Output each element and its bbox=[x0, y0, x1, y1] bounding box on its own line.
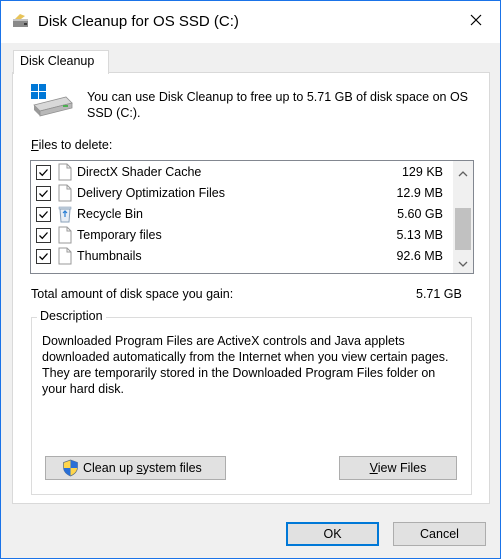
checkbox[interactable] bbox=[36, 228, 51, 243]
file-icon bbox=[58, 184, 72, 205]
list-item[interactable]: DirectX Shader Cache 129 KB bbox=[31, 162, 451, 183]
list-item[interactable]: Recycle Bin 5.60 GB bbox=[31, 204, 451, 225]
checkbox[interactable] bbox=[36, 249, 51, 264]
files-to-delete-label: Files to delete: bbox=[31, 138, 112, 152]
chevron-down-icon[interactable] bbox=[458, 257, 468, 271]
file-name: Temporary files bbox=[77, 228, 162, 242]
recycle-bin-icon bbox=[58, 205, 72, 226]
file-size: 5.60 GB bbox=[397, 207, 443, 221]
file-name: DirectX Shader Cache bbox=[77, 165, 202, 179]
files-label-mnemonic: F bbox=[31, 138, 39, 152]
total-space-value: 5.71 GB bbox=[416, 287, 462, 301]
title-bar[interactable]: Disk Cleanup for OS SSD (C:) bbox=[1, 1, 500, 43]
file-name: Recycle Bin bbox=[77, 207, 143, 221]
list-item[interactable]: Thumbnails 92.6 MB bbox=[31, 246, 451, 267]
view-files-label-mnemonic: V bbox=[369, 461, 378, 475]
file-name: Thumbnails bbox=[77, 249, 142, 263]
chevron-up-icon[interactable] bbox=[458, 166, 468, 180]
file-size: 5.13 MB bbox=[396, 228, 443, 242]
list-item[interactable]: Temporary files 5.13 MB bbox=[31, 225, 451, 246]
file-size: 92.6 MB bbox=[396, 249, 443, 263]
drive-icon bbox=[30, 83, 74, 122]
file-icon bbox=[58, 226, 72, 247]
file-icon bbox=[58, 163, 72, 184]
checkbox[interactable] bbox=[36, 165, 51, 180]
list-item[interactable]: Delivery Optimization Files 12.9 MB bbox=[31, 183, 451, 204]
disk-cleanup-app-icon bbox=[12, 13, 30, 32]
file-name: Delivery Optimization Files bbox=[77, 186, 225, 200]
file-size: 12.9 MB bbox=[396, 186, 443, 200]
files-label-rest: iles to delete: bbox=[38, 138, 113, 152]
close-icon[interactable] bbox=[467, 11, 485, 29]
uac-shield-icon bbox=[62, 459, 79, 484]
tab-label: Disk Cleanup bbox=[20, 54, 95, 68]
view-files-label-suffix: iew Files bbox=[377, 461, 427, 475]
file-icon bbox=[58, 247, 72, 268]
view-files-button[interactable]: View Files bbox=[339, 456, 457, 480]
clean-up-system-files-button[interactable]: Clean up system files bbox=[45, 456, 226, 480]
checkbox[interactable] bbox=[36, 207, 51, 222]
description-text: Downloaded Program Files are ActiveX con… bbox=[42, 334, 449, 396]
tab-disk-cleanup[interactable]: Disk Cleanup bbox=[13, 50, 109, 74]
vertical-scrollbar[interactable] bbox=[453, 161, 473, 273]
files-list[interactable]: DirectX Shader Cache 129 KB Delivery Opt… bbox=[30, 160, 474, 274]
window-title: Disk Cleanup for OS SSD (C:) bbox=[38, 13, 239, 30]
description-legend: Description bbox=[37, 309, 106, 323]
scrollbar-thumb[interactable] bbox=[455, 208, 471, 250]
clean-up-label-suffix: ystem files bbox=[142, 461, 202, 475]
clean-up-label-prefix: Clean up bbox=[83, 461, 137, 475]
disk-cleanup-window: Disk Cleanup for OS SSD (C:) Disk Cleanu… bbox=[0, 0, 501, 559]
intro-text: You can use Disk Cleanup to free up to 5… bbox=[87, 90, 469, 120]
file-size: 129 KB bbox=[401, 165, 443, 179]
ok-button[interactable]: OK bbox=[286, 522, 379, 546]
checkbox[interactable] bbox=[36, 186, 51, 201]
cancel-button[interactable]: Cancel bbox=[393, 522, 486, 546]
total-space-label: Total amount of disk space you gain: bbox=[31, 287, 234, 301]
clean-up-button-label: Clean up system files bbox=[83, 457, 202, 479]
